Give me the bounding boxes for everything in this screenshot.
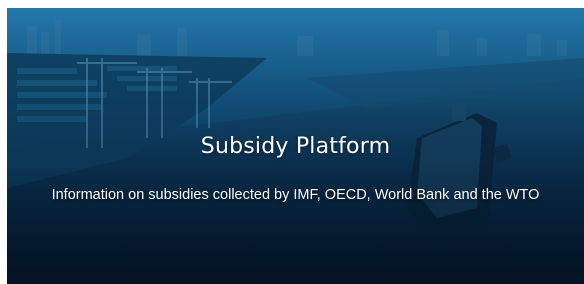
hero-banner: Subsidy Platform Information on subsidie… bbox=[7, 8, 584, 284]
page-subtitle: Information on subsidies collected by IM… bbox=[51, 187, 540, 203]
page-title: Subsidy Platform bbox=[200, 134, 391, 159]
